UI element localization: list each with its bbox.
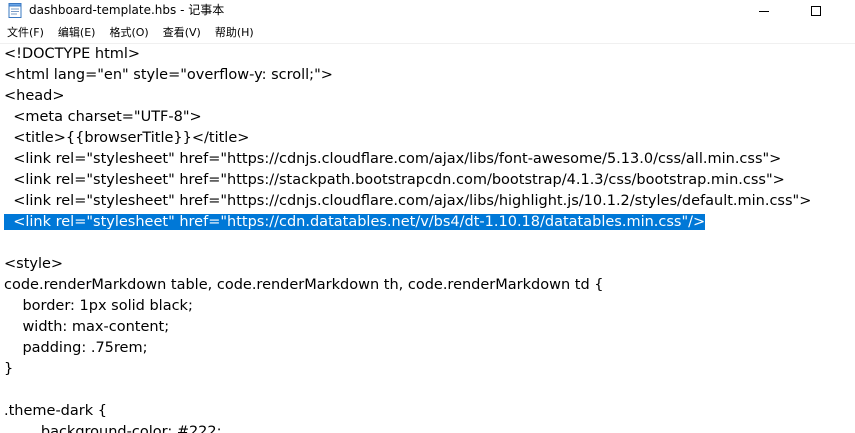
line-text: <html lang="en" style="overflow-y: scrol… [4,67,333,83]
maximize-icon [811,6,821,16]
code-line: background-color: #222; [0,422,855,433]
line-text: border: 1px solid black; [22,298,193,314]
notepad-window: dashboard-template.hbs - 记事本 文件(F) 编辑(E) 格… [0,0,855,433]
code-line: width: max-content; [0,317,855,338]
code-line: border: 1px solid black; [0,296,855,317]
line-text: width: max-content; [22,319,170,335]
code-line: code.renderMarkdown table, code.renderMa… [0,275,855,296]
window-title: dashboard-template.hbs - 记事本 [29,3,225,17]
line-text: <head> [4,88,65,104]
notepad-icon [8,3,22,18]
menu-bar: 文件(F) 编辑(E) 格式(O) 查看(V) 帮助(H) [0,22,855,44]
line-text: code.renderMarkdown table, code.renderMa… [4,277,604,293]
menu-file[interactable]: 文件(F) [0,22,51,43]
code-line: padding: .75rem; [0,338,855,359]
line-text: .theme-dark { [4,403,107,419]
code-line: <link rel="stylesheet" href="https://cdn… [0,149,855,170]
line-text: } [4,361,14,377]
minimize-button[interactable] [741,0,787,22]
menu-help[interactable]: 帮助(H) [208,22,261,43]
selected-text: <link rel="stylesheet" href="https://cdn… [13,214,706,230]
text-editor[interactable]: <!DOCTYPE html> <html lang="en" style="ov… [0,44,855,433]
code-line: <html lang="en" style="overflow-y: scrol… [0,65,855,86]
line-indent [4,214,14,230]
code-line: <style> [0,254,855,275]
line-text: <!DOCTYPE html> [4,46,141,62]
line-text: <link rel="stylesheet" href="https://cdn… [13,193,812,209]
title-bar[interactable]: dashboard-template.hbs - 记事本 [0,0,855,22]
line-text: padding: .75rem; [22,340,148,356]
code-line: <title>{{browserTitle}}</title> [0,128,855,149]
minimize-icon [759,10,769,12]
menu-view[interactable]: 查看(V) [156,22,208,43]
code-line: <!DOCTYPE html> [0,44,855,65]
line-text: <meta charset="UTF-8"> [13,109,202,125]
code-line: <head> [0,86,855,107]
code-line: <link rel="stylesheet" href="https://cdn… [0,191,855,212]
code-line: } [0,359,855,380]
line-text: <link rel="stylesheet" href="https://cdn… [13,151,782,167]
code-line: .theme-dark { [0,401,855,422]
menu-edit[interactable]: 编辑(E) [51,22,103,43]
code-line: <link rel="stylesheet" href="https://sta… [0,170,855,191]
code-line: <link rel="stylesheet" href="https://cdn… [0,212,855,233]
line-text: <title>{{browserTitle}}</title> [13,130,250,146]
code-line: <meta charset="UTF-8"> [0,107,855,128]
menu-format[interactable]: 格式(O) [102,22,155,43]
line-text: <link rel="stylesheet" href="https://sta… [13,172,785,188]
line-text: background-color: #222; [40,424,222,433]
line-text: <style> [4,256,64,272]
maximize-button[interactable] [793,0,839,22]
